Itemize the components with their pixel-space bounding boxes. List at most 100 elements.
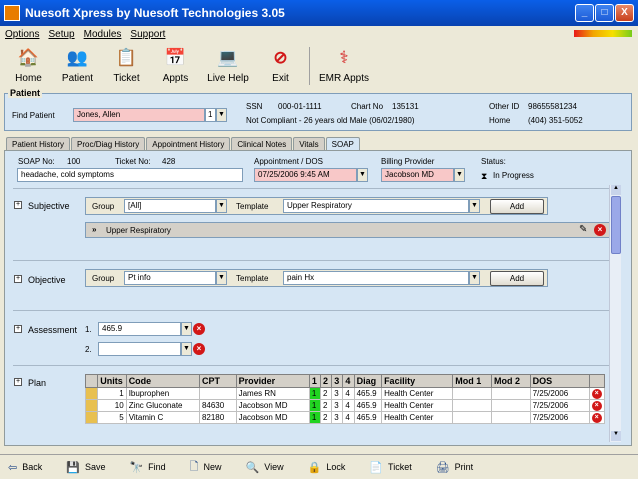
subjective-group-select[interactable]: [All] xyxy=(124,199,216,213)
subjective-expand-icon[interactable]: + xyxy=(14,201,22,209)
row-delete-icon[interactable]: × xyxy=(591,412,602,423)
complaint-input[interactable]: headache, cold symptoms xyxy=(17,168,243,182)
edit-icon[interactable]: ✎ xyxy=(579,224,587,235)
cell-facility[interactable]: Health Center xyxy=(381,411,454,424)
assessment-2-delete-icon[interactable]: × xyxy=(193,343,205,355)
tab-appointment-history[interactable]: Appointment History xyxy=(146,137,231,151)
cell-cpt[interactable]: 84630 xyxy=(198,399,237,412)
scroll-up-icon[interactable]: ▲ xyxy=(611,185,621,195)
print-button[interactable]: 🖨 Print xyxy=(436,461,473,474)
objective-add-button[interactable]: Add xyxy=(490,271,544,286)
cell-code[interactable]: Vitamin C xyxy=(125,411,200,424)
subjective-item-row[interactable]: » Upper Respiratory ✎ × xyxy=(85,222,610,238)
assessment-2-dropdown-button[interactable]: ▼ xyxy=(181,342,192,356)
table-row[interactable]: 1 Ibuprophen James RN 1 2 3 4 465.9 Heal… xyxy=(84,387,606,400)
menu-support[interactable]: Support xyxy=(130,29,165,40)
subjective-add-button[interactable]: Add xyxy=(490,199,544,214)
row-handle-icon[interactable] xyxy=(84,387,99,400)
scroll-down-icon[interactable]: ▼ xyxy=(611,431,621,441)
cell-mod1[interactable] xyxy=(452,399,492,412)
subjective-delete-icon[interactable]: × xyxy=(594,224,606,236)
cell-mod2[interactable] xyxy=(490,387,531,400)
appts-button[interactable]: 📅 Appts xyxy=(151,43,200,89)
cell-diag-pointer-1[interactable]: 1 xyxy=(308,387,322,400)
row-handle-icon[interactable] xyxy=(84,411,99,424)
tab-clinical-notes[interactable]: Clinical Notes xyxy=(231,137,293,151)
cell-diag-pointer-4[interactable]: 4 xyxy=(342,411,355,424)
cell-diag[interactable]: 465.9 xyxy=(353,387,383,400)
lock-button[interactable]: 🔒 Lock xyxy=(308,461,346,474)
cell-mod1[interactable] xyxy=(452,411,492,424)
cell-units[interactable]: 10 xyxy=(97,399,127,412)
save-button[interactable]: 💾 Save xyxy=(66,461,105,474)
ticket-bottom-button[interactable]: 📄 Ticket xyxy=(369,461,411,474)
menu-options[interactable]: Options xyxy=(5,29,39,40)
find-button[interactable]: 🔭 Find xyxy=(129,461,165,474)
row-handle-icon[interactable] xyxy=(84,399,99,412)
minimize-button[interactable]: _ xyxy=(575,4,594,22)
ticket-button[interactable]: 📋 Ticket xyxy=(102,43,151,89)
subjective-template-select[interactable]: Upper Respiratory xyxy=(283,199,469,213)
menu-modules[interactable]: Modules xyxy=(84,29,122,40)
cell-provider[interactable]: James RN xyxy=(235,387,310,400)
cell-diag-pointer-1[interactable]: 1 xyxy=(308,411,322,424)
cell-facility[interactable]: Health Center xyxy=(381,399,454,412)
assessment-2-select[interactable] xyxy=(98,342,181,356)
row-delete-cell[interactable]: × xyxy=(588,411,606,424)
cell-code[interactable]: Zinc Gluconate xyxy=(125,399,200,412)
cell-dos[interactable]: 7/25/2006 xyxy=(529,387,590,400)
tab-proc-diag-history[interactable]: Proc/Diag History xyxy=(71,137,146,151)
live-help-button[interactable]: 💻 Live Help xyxy=(200,43,256,89)
view-button[interactable]: 🔍 View xyxy=(246,461,284,474)
close-button[interactable]: X xyxy=(615,4,634,22)
row-delete-cell[interactable]: × xyxy=(588,399,606,412)
patient-button[interactable]: 👥 Patient xyxy=(53,43,102,89)
row-delete-icon[interactable]: × xyxy=(591,400,602,411)
cell-units[interactable]: 5 xyxy=(97,411,127,424)
scroll-thumb[interactable] xyxy=(611,196,621,254)
cell-mod2[interactable] xyxy=(490,399,531,412)
menu-setup[interactable]: Setup xyxy=(48,29,74,40)
exit-button[interactable]: ⊘ Exit xyxy=(256,43,305,89)
cell-dos[interactable]: 7/25/2006 xyxy=(529,399,590,412)
plan-expand-icon[interactable]: + xyxy=(14,378,22,386)
assessment-expand-icon[interactable]: + xyxy=(14,325,22,333)
tab-vitals[interactable]: Vitals xyxy=(293,137,325,151)
cell-provider[interactable]: Jacobson MD xyxy=(235,399,310,412)
maximize-button[interactable]: □ xyxy=(595,4,614,22)
home-button[interactable]: 🏠 Home xyxy=(4,43,53,89)
subjective-template-dropdown-button[interactable]: ▼ xyxy=(469,199,480,213)
cell-cpt[interactable] xyxy=(198,387,237,400)
billing-provider-dropdown-button[interactable]: ▼ xyxy=(454,168,465,182)
cell-units[interactable]: 1 xyxy=(97,387,127,400)
cell-diag[interactable]: 465.9 xyxy=(353,411,383,424)
appointment-dropdown-button[interactable]: ▼ xyxy=(357,168,368,182)
cell-diag-pointer-2[interactable]: 2 xyxy=(320,387,333,400)
cell-mod1[interactable] xyxy=(452,387,492,400)
new-button[interactable]: 🗋 New xyxy=(190,458,222,477)
cell-dos[interactable]: 7/25/2006 xyxy=(529,411,590,424)
cell-diag-pointer-3[interactable]: 3 xyxy=(331,387,344,400)
subjective-group-dropdown-button[interactable]: ▼ xyxy=(216,199,227,213)
row-delete-icon[interactable]: × xyxy=(591,388,602,399)
appointment-dos-select[interactable]: 07/25/2006 9:45 AM xyxy=(254,168,357,182)
cell-diag-pointer-4[interactable]: 4 xyxy=(342,387,355,400)
cell-diag[interactable]: 465.9 xyxy=(353,399,383,412)
assessment-1-delete-icon[interactable]: × xyxy=(193,323,205,335)
objective-template-select[interactable]: pain Hx xyxy=(283,271,469,285)
cell-diag-pointer-1[interactable]: 1 xyxy=(308,399,322,412)
row-delete-cell[interactable]: × xyxy=(588,387,606,400)
cell-diag-pointer-2[interactable]: 2 xyxy=(320,399,333,412)
tab-patient-history[interactable]: Patient History xyxy=(6,137,71,151)
assessment-1-dropdown-button[interactable]: ▼ xyxy=(181,322,192,336)
vertical-scrollbar[interactable]: ▲ ▼ xyxy=(609,185,621,442)
table-row[interactable]: 10 Zinc Gluconate 84630 Jacobson MD 1 2 … xyxy=(84,399,606,412)
objective-expand-icon[interactable]: + xyxy=(14,275,22,283)
cell-cpt[interactable]: 82180 xyxy=(198,411,237,424)
cell-diag-pointer-2[interactable]: 2 xyxy=(320,411,333,424)
cell-code[interactable]: Ibuprophen xyxy=(125,387,200,400)
cell-diag-pointer-4[interactable]: 4 xyxy=(342,399,355,412)
find-patient-input[interactable]: Jones, Allen xyxy=(73,108,205,122)
emr-appts-button[interactable]: ⚕ EMR Appts xyxy=(314,43,374,89)
objective-template-dropdown-button[interactable]: ▼ xyxy=(469,271,480,285)
